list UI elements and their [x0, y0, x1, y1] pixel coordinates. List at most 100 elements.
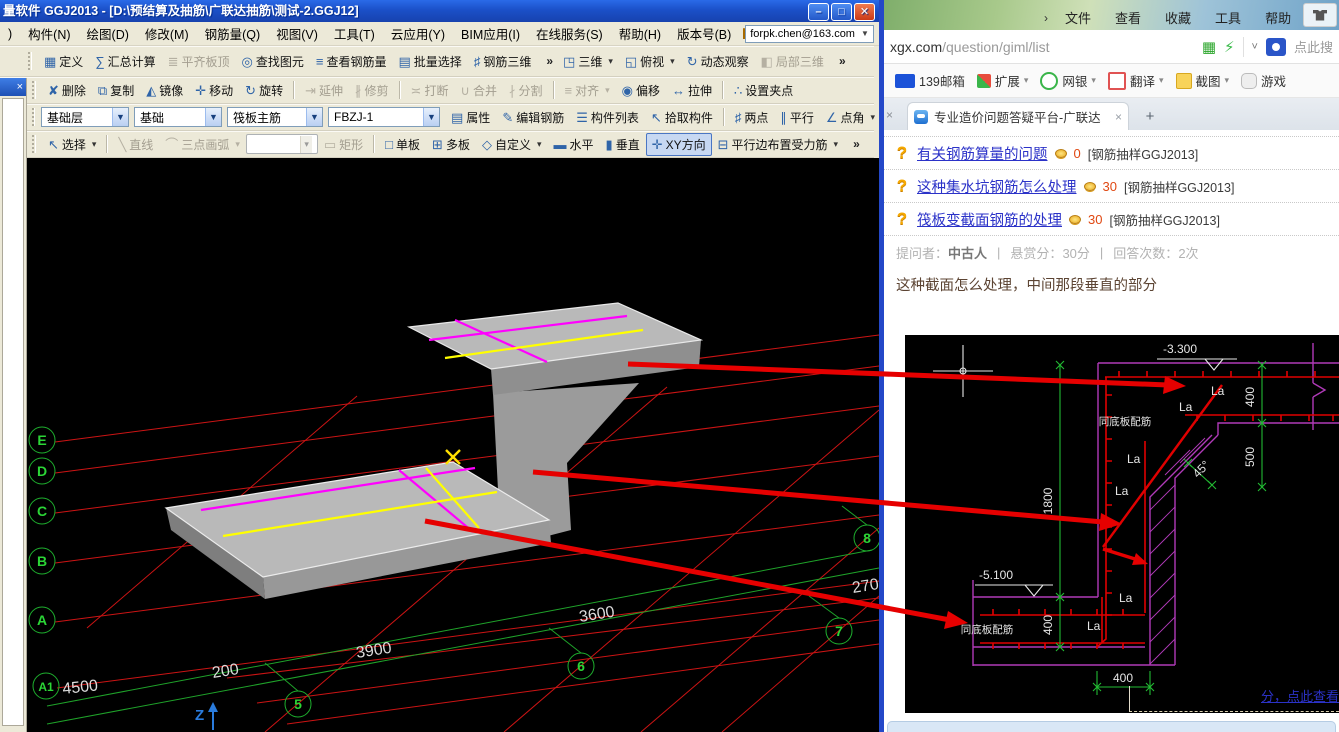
bookmark-item[interactable]: 网银	[1035, 68, 1101, 93]
toolbar-button[interactable]: ✘ 删除	[42, 79, 92, 102]
toolbar-button[interactable]: ✎ 编辑钢筋	[496, 106, 570, 129]
toolbar-button[interactable]: ∤ 分割	[503, 79, 549, 102]
partial-link[interactable]: 分，点此查看	[1261, 686, 1339, 705]
filter-select[interactable]: 基础 ▼	[134, 107, 222, 127]
toolbar-button[interactable]	[399, 81, 401, 99]
toolbar-button[interactable]: ↻ 动态观察	[681, 50, 755, 73]
toolbar-button[interactable]: ∑ 汇总计算	[89, 50, 161, 73]
tab-active[interactable]: 专业造价问题答疑平台-广联达 ×	[907, 102, 1129, 130]
browser-menu-item[interactable]: 查看	[1108, 6, 1148, 29]
toolbar-button[interactable]: ☰ 构件列表	[570, 106, 645, 129]
toolbar-grip[interactable]	[32, 108, 35, 126]
toolbar-button[interactable]	[246, 134, 318, 154]
toolbar-button[interactable]: ◇ 自定义	[476, 133, 548, 156]
chevron-down-icon[interactable]: ˅	[1252, 41, 1258, 53]
toolbar-button[interactable]	[293, 81, 295, 99]
menu-item[interactable]: 钢筋量(Q)	[197, 21, 269, 46]
toolbar-button[interactable]	[373, 135, 375, 153]
question-link[interactable]: 有关钢筋算量的问题	[917, 143, 1048, 164]
toolbar-button[interactable]: ◳ 三维	[557, 50, 619, 73]
menu-item[interactable]: BIM应用(I)	[453, 21, 528, 46]
reply-bar[interactable]	[887, 721, 1336, 732]
toolbar-button[interactable]: ↔ 拉伸	[666, 79, 718, 102]
toolbar-button[interactable]: ♯ 钢筋三维	[468, 50, 538, 73]
toolbar-button[interactable]: ◭ 镜像	[140, 79, 189, 102]
toolbar-button[interactable]: ∥ 平行	[774, 106, 820, 129]
toolbar-button[interactable]: ◱ 俯视	[619, 50, 681, 73]
question-link[interactable]: 这种集水坑钢筋怎么处理	[917, 176, 1077, 197]
toolbar-button[interactable]: ≣ 平齐板顶	[162, 50, 236, 73]
toolbar-button[interactable]: »	[846, 134, 864, 154]
skin-button[interactable]	[1303, 3, 1337, 27]
toolbar-button[interactable]: ▭ 矩形	[318, 133, 369, 156]
toolbar-button[interactable]: ⧉ 复制	[92, 79, 140, 102]
toolbar-button[interactable]: ✛ 移动	[189, 79, 239, 102]
browser-menu-item[interactable]: 帮助	[1258, 6, 1298, 29]
model-viewport[interactable]: E D C B A A1 5 6	[27, 158, 879, 732]
toolbar-button[interactable]	[106, 135, 108, 153]
new-tab-button[interactable]: +	[1137, 105, 1163, 127]
search-paw-icon[interactable]	[1266, 38, 1286, 56]
close-button[interactable]: ✕	[854, 3, 875, 21]
question-link[interactable]: 筏板变截面钢筋的处理	[917, 209, 1062, 230]
toolbar-grip[interactable]	[32, 81, 36, 99]
address-bar[interactable]: xgx.com/question/giml/list ▦ ⚡ ˅ 点此搜	[884, 30, 1339, 64]
bookmark-item[interactable]: 扩展	[972, 68, 1034, 93]
maximize-button[interactable]: □	[831, 3, 852, 21]
toolbar-button[interactable]	[722, 81, 724, 99]
toolbar-button[interactable]: ▤ 批量选择	[393, 50, 468, 73]
toolbar-button[interactable]: ♯ 两点	[729, 106, 775, 129]
filter-select[interactable]: 筏板主筋 ▼	[227, 107, 323, 127]
toolbar-button[interactable]: ↖ 拾取构件	[645, 106, 719, 129]
toolbar-button[interactable]: ↖ 选择	[42, 133, 102, 156]
close-icon[interactable]: ×	[17, 81, 23, 93]
toolbar-button[interactable]: ◎ 查找图元	[236, 50, 310, 73]
menu-item[interactable]: 工具(T)	[326, 21, 383, 46]
menu-item[interactable]: 云应用(Y)	[383, 21, 453, 46]
toolbar-button[interactable]: ⊞ 多板	[426, 133, 476, 156]
toolbar-button[interactable]: ≡ 查看钢筋量	[310, 50, 393, 73]
toolbar-button[interactable]: »	[832, 51, 850, 71]
toolbar-button[interactable]: ∠ 点角	[820, 106, 881, 129]
toolbar-button[interactable]: ≍ 打断	[405, 79, 455, 102]
toolbar-button[interactable]: ⊟ 平行边布置受力筋	[712, 133, 844, 156]
filter-select[interactable]: 基础层 ▼	[41, 107, 129, 127]
toolbar-button[interactable]: ◉ 偏移	[616, 79, 666, 102]
minimize-button[interactable]: –	[808, 3, 829, 21]
speed-lightning-icon[interactable]: ⚡	[1224, 38, 1235, 56]
toolbar-button[interactable]: ◧ 局部三维	[755, 50, 830, 73]
toolbar-button[interactable]: ∴ 设置夹点	[728, 79, 799, 102]
menu-item[interactable]: 绘图(D)	[79, 21, 137, 46]
toolbar-button[interactable]: ▬ 水平	[548, 133, 600, 156]
toolbar-button[interactable]: ∦ 修剪	[349, 79, 395, 102]
toolbar-grip[interactable]	[32, 135, 36, 153]
browser-menu-item[interactable]: 收藏	[1158, 6, 1198, 29]
bookmark-item[interactable]: 139邮箱	[890, 68, 970, 93]
filter-select[interactable]: FBZJ-1 ▼	[328, 107, 440, 127]
account-dropdown[interactable]: forpk.chen@163.com ▼	[745, 25, 874, 43]
search-hint[interactable]: 点此搜	[1294, 37, 1333, 56]
toolbar-button[interactable]: ⇥ 延伸	[299, 79, 349, 102]
toolbar-button[interactable]: ╲ 直线	[112, 133, 159, 156]
toolbar-button[interactable]: ▮ 垂直	[600, 133, 646, 156]
toolbar-button[interactable]: ∪ 合并	[454, 79, 503, 102]
bookmark-item[interactable]: 截图	[1171, 68, 1235, 93]
menu-item[interactable]: 版本号(B)	[669, 21, 739, 46]
toolbar-button[interactable]: ✛ XY方向	[646, 133, 712, 156]
toolbar-button[interactable]: »	[539, 51, 557, 71]
browser-menu-item[interactable]: 文件	[1058, 6, 1098, 29]
browser-menu-item[interactable]: 工具	[1208, 6, 1248, 29]
menu-item[interactable]: 构件(N)	[20, 21, 78, 46]
toolbar-button[interactable]	[723, 108, 725, 126]
bookmark-item[interactable]: 翻译	[1103, 68, 1169, 93]
menu-item[interactable]: 帮助(H)	[611, 21, 669, 46]
toolbar-button[interactable]	[553, 81, 555, 99]
qr-code-icon[interactable]: ▦	[1202, 38, 1216, 56]
menu-item[interactable]: 修改(M)	[137, 21, 197, 46]
toolbar-button[interactable]: ≡ 对齐	[559, 79, 616, 102]
toolbar-button[interactable]: ⌒ 三点画弧	[159, 133, 246, 156]
toolbar-button[interactable]: ▤ 属性	[445, 106, 496, 129]
toolbar-button[interactable]: ▦ 定义	[38, 50, 89, 73]
menu-item[interactable]: 在线服务(S)	[528, 21, 611, 46]
toolbar-button[interactable]: ↻ 旋转	[239, 79, 289, 102]
